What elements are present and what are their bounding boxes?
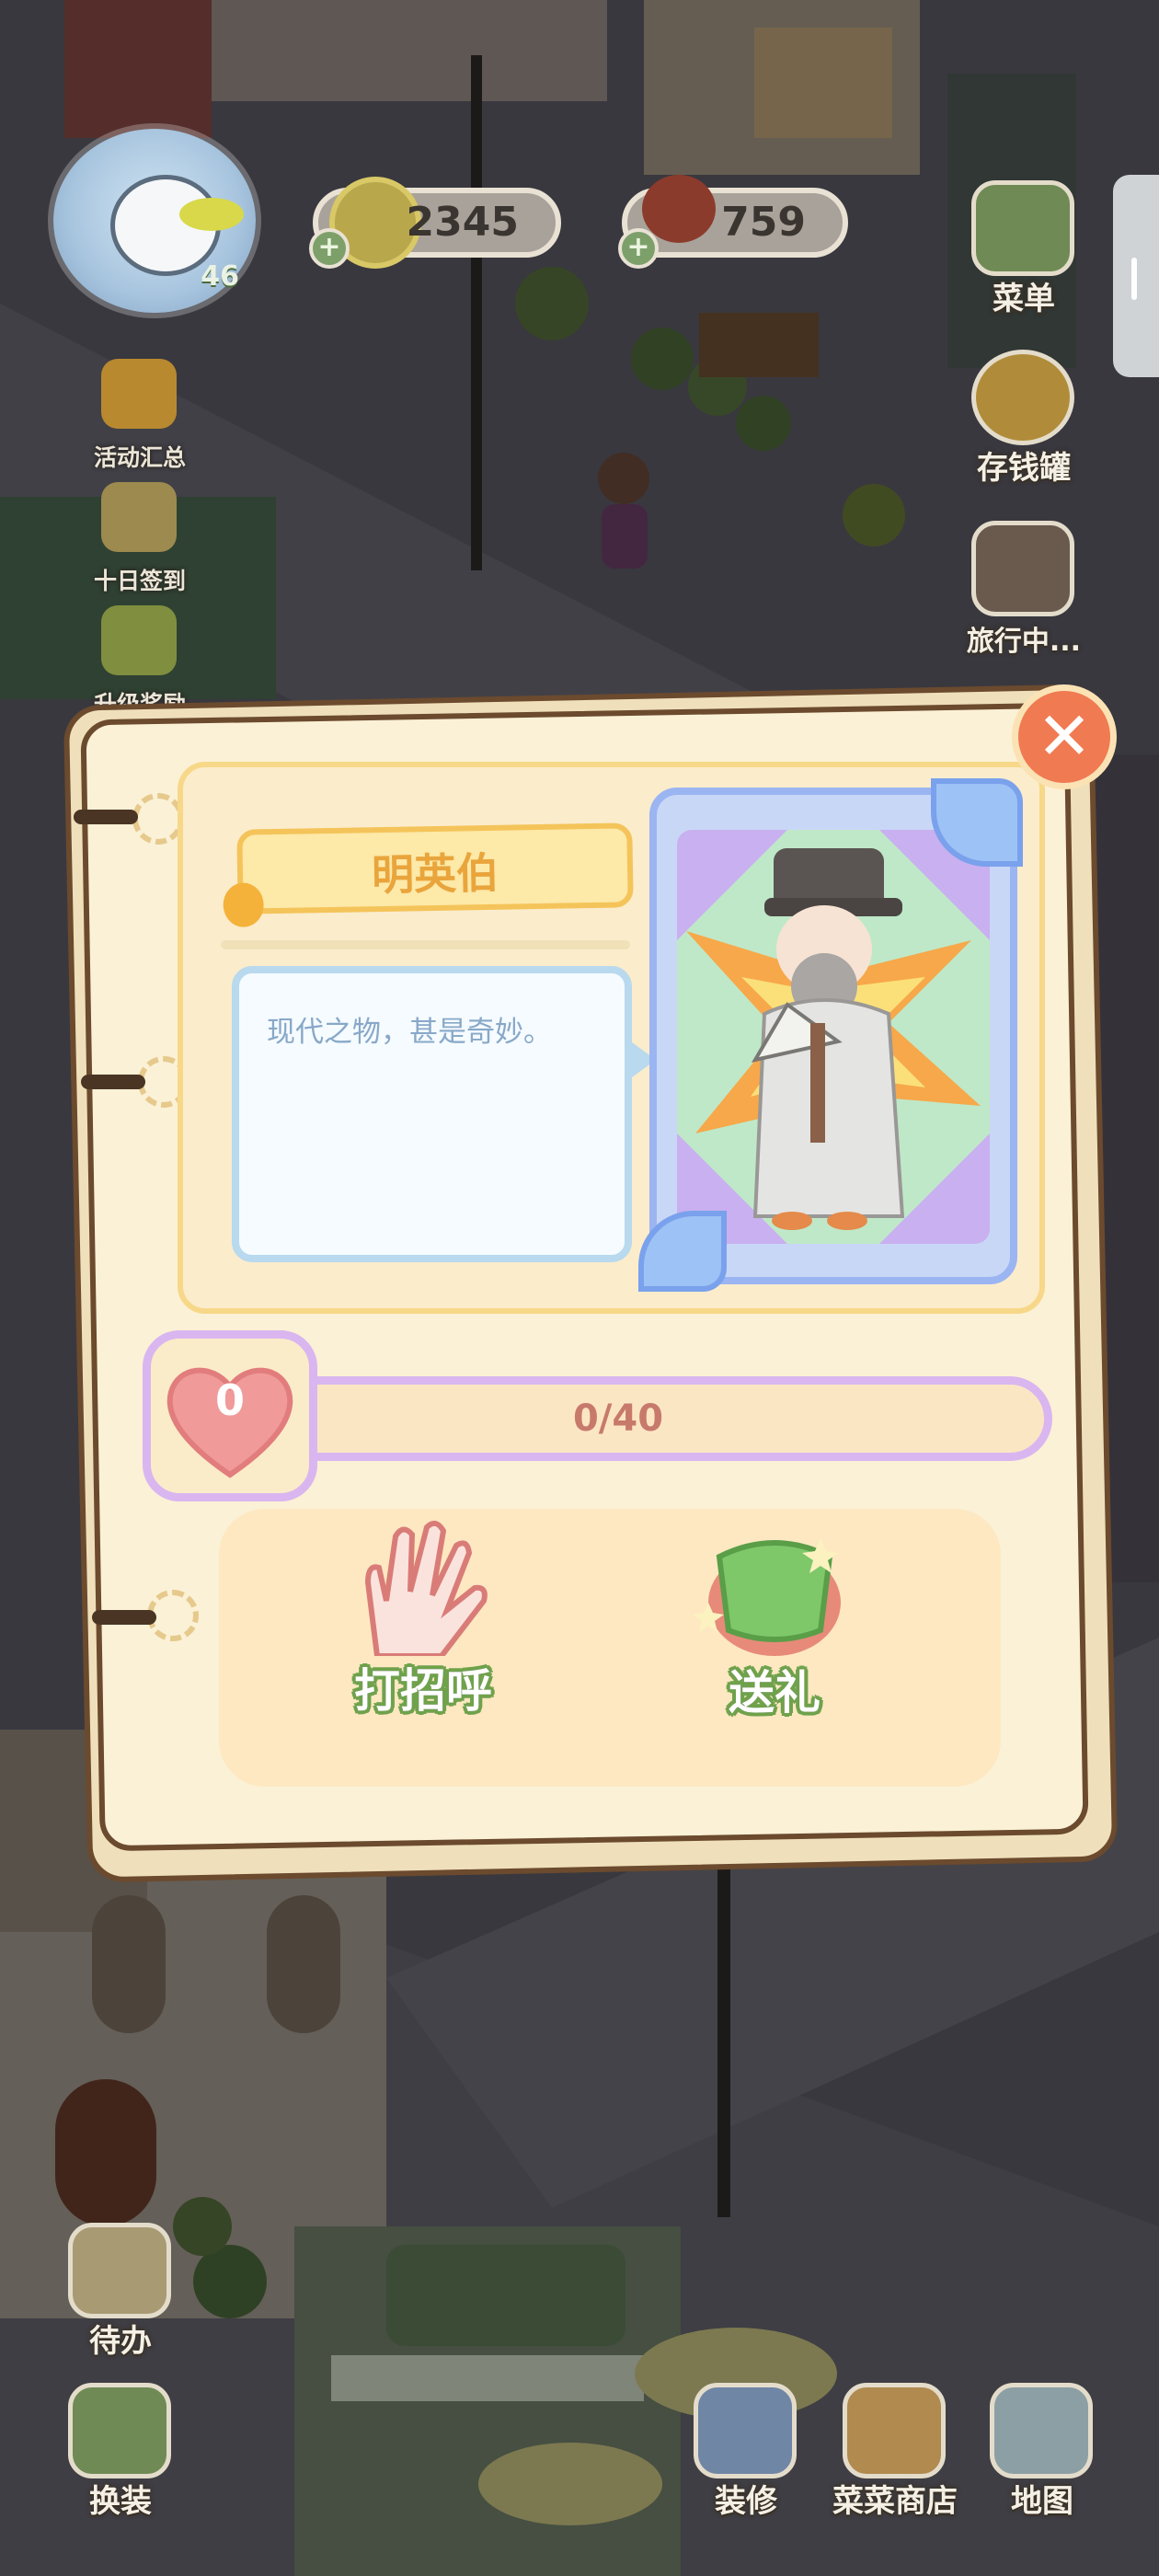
decorate-label: 装修: [715, 2483, 777, 2520]
todo-label: 待办: [89, 2323, 152, 2360]
player-level: 46: [201, 260, 239, 293]
favor-level: 0: [214, 1375, 245, 1425]
binder-hook-icon: [74, 810, 138, 824]
tomato-icon: [642, 175, 716, 243]
todo-list-icon: [68, 2223, 171, 2318]
speech-bubble: 现代之物，甚是奇妙。: [232, 966, 656, 1262]
binder-ring-icon: [132, 793, 184, 845]
checkin-button[interactable]: 十日签到: [75, 473, 204, 602]
favor-heart-badge: 0: [143, 1330, 317, 1501]
menu-label: 菜单: [993, 281, 1055, 317]
waving-hand-icon: [364, 1520, 488, 1656]
todo-button[interactable]: 待办: [52, 2217, 189, 2364]
gift-button[interactable]: 送礼: [683, 1520, 866, 1722]
map-icon: [990, 2383, 1093, 2478]
piggy-bank-button[interactable]: 存钱罐: [955, 344, 1093, 491]
level-reward-icon: [101, 605, 177, 675]
close-icon: ✕: [1036, 697, 1093, 775]
travel-button[interactable]: 旅行中...: [955, 515, 1093, 662]
favor-progress-text: 0/40: [572, 1397, 664, 1440]
character-name-tag: 明英伯: [223, 822, 634, 928]
name-divider: [221, 940, 630, 949]
menu-tv-icon: [971, 180, 1074, 276]
map-label: 地图: [1011, 2483, 1073, 2520]
binder-hook-icon: [81, 1075, 145, 1089]
speech-text: 现代之物，甚是奇妙。: [267, 1016, 552, 1049]
event-summary-label: 活动汇总: [93, 444, 186, 471]
menu-button[interactable]: 菜单: [955, 175, 1093, 322]
checkin-calendar-icon: [101, 482, 177, 552]
greet-button[interactable]: 打招呼: [331, 1518, 515, 1720]
add-tomatoes-icon[interactable]: +: [618, 228, 659, 269]
binder-hook-icon: [92, 1610, 156, 1625]
decorate-icon: [694, 2383, 797, 2478]
coin-counter[interactable]: + 2345: [309, 177, 561, 269]
player-avatar[interactable]: 46: [53, 129, 256, 313]
close-button[interactable]: ✕: [1012, 684, 1117, 789]
tomato-count: 759: [721, 199, 806, 246]
wardrobe-label: 换装: [89, 2483, 152, 2520]
piggy-bank-label: 存钱罐: [977, 450, 1071, 487]
event-summary-button[interactable]: 活动汇总: [75, 350, 204, 478]
piggy-bank-icon: [971, 350, 1074, 445]
event-summary-icon: [101, 359, 177, 429]
add-coins-icon[interactable]: +: [309, 228, 350, 269]
shop-icon: [843, 2383, 946, 2478]
coin-count: 2345: [406, 199, 519, 246]
greet-label: 打招呼: [354, 1664, 492, 1718]
wardrobe-button[interactable]: 换装: [52, 2377, 189, 2524]
character-portrait-card: [649, 788, 1017, 1284]
shop-label: 菜菜商店: [832, 2483, 958, 2520]
scholar-portrait-icon: [677, 830, 990, 1244]
character-name: 明英伯: [371, 847, 499, 901]
wardrobe-icon: [68, 2383, 171, 2478]
tomato-counter[interactable]: + 759: [618, 175, 848, 269]
gift-bag-icon: [693, 1538, 841, 1656]
portrait-background: [677, 830, 990, 1244]
gift-label: 送礼: [729, 1666, 820, 1719]
travel-label: 旅行中...: [966, 626, 1082, 658]
shop-button[interactable]: 菜菜商店: [817, 2377, 973, 2524]
side-drawer-handle[interactable]: [1113, 175, 1159, 377]
camera-icon: [971, 521, 1074, 616]
map-button[interactable]: 地图: [973, 2377, 1111, 2524]
decorate-button[interactable]: 装修: [677, 2377, 815, 2524]
checkin-label: 十日签到: [93, 568, 186, 594]
